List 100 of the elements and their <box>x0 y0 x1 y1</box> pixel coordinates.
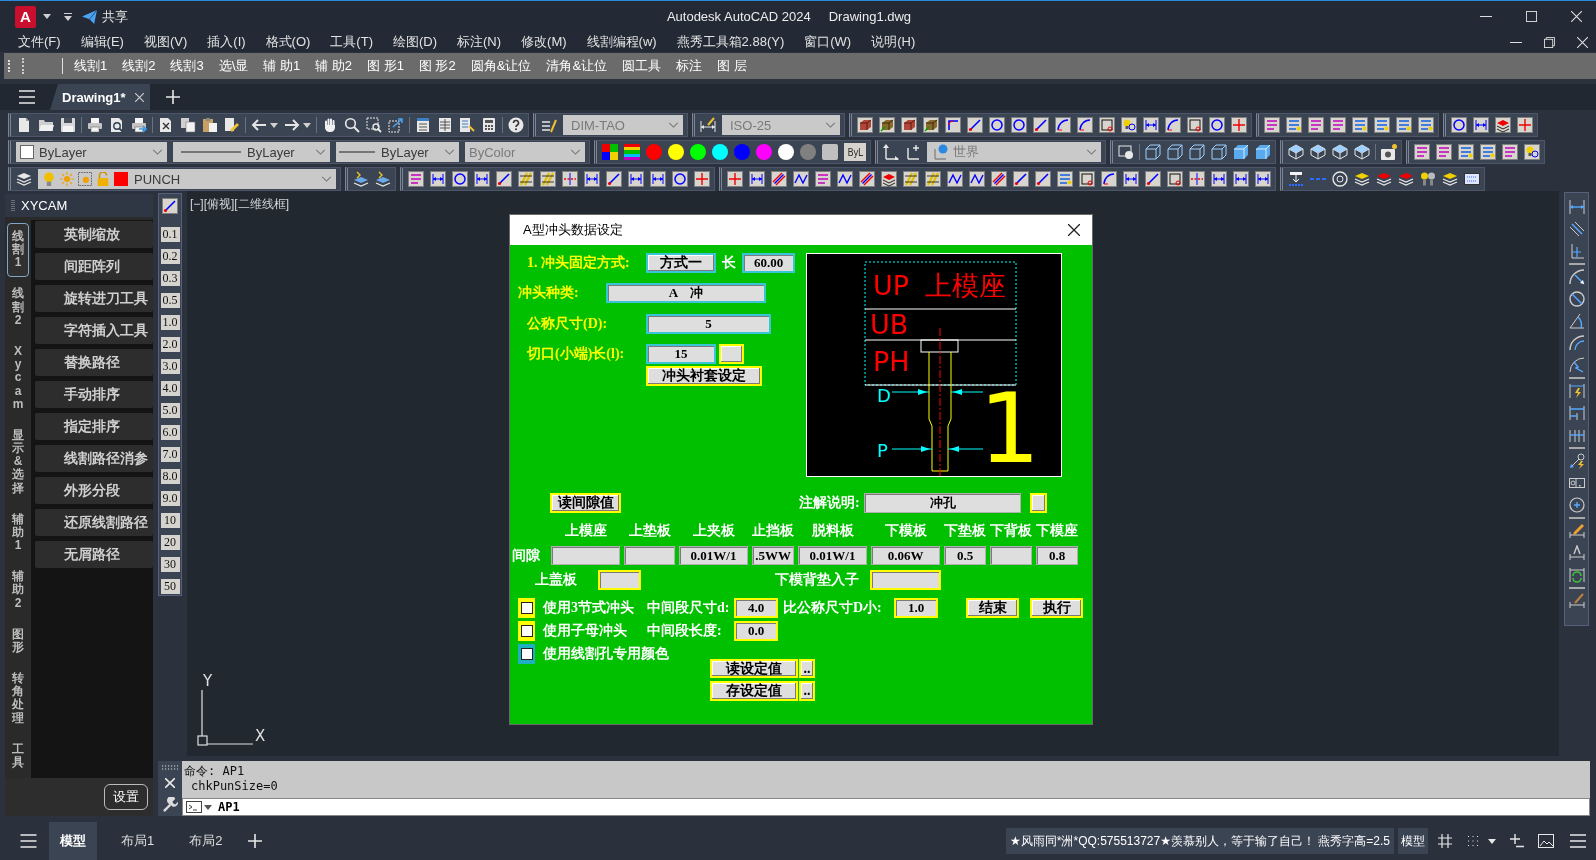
layers-tile-icon[interactable] <box>881 171 897 187</box>
circle-tile-icon[interactable] <box>1011 117 1027 133</box>
color-swatch-icon[interactable] <box>800 144 816 160</box>
zigzag-tile-icon[interactable] <box>837 171 853 187</box>
grip-icon[interactable] <box>11 199 15 212</box>
gap-field[interactable] <box>990 546 1032 565</box>
printer-arrow-icon[interactable] <box>131 117 147 133</box>
frame-tile-icon[interactable] <box>1099 117 1115 133</box>
shaded-cube-icon[interactable] <box>1233 144 1249 160</box>
brick-tile-icon[interactable] <box>923 117 939 133</box>
blank-button[interactable] <box>1030 493 1047 513</box>
axes-icon[interactable] <box>883 144 899 160</box>
palette-button[interactable]: 无屑路径 <box>35 541 153 568</box>
color-stripes-icon[interactable] <box>624 144 640 160</box>
caret-icon[interactable] <box>1488 838 1496 844</box>
frame-tile-icon[interactable] <box>1079 171 1095 187</box>
scale-button[interactable]: 8.0 <box>160 469 180 484</box>
close-icon[interactable] <box>1068 224 1080 236</box>
palette-tab[interactable]: 辅助2 <box>7 563 29 617</box>
line-tile-icon[interactable] <box>967 117 983 133</box>
page-cross-icon[interactable] <box>158 117 174 133</box>
parallel-lines-tile-icon[interactable] <box>859 171 875 187</box>
menu-item[interactable]: 燕秀工具箱2.88(Y) <box>676 33 785 51</box>
read-gap-button[interactable]: 读间隙值 <box>550 493 621 513</box>
scale-button[interactable]: 0.1 <box>160 227 180 242</box>
gap-field[interactable] <box>551 546 620 565</box>
palette-button[interactable]: 外形分段 <box>35 477 153 504</box>
palette-button[interactable]: 旋转进刀工具 <box>35 285 153 312</box>
page-list-icon[interactable] <box>459 117 475 133</box>
cross-tile-icon[interactable] <box>727 171 743 187</box>
share-button[interactable]: 共享 <box>102 7 128 26</box>
arrow-bar-icon[interactable] <box>1288 171 1304 187</box>
bylayer-button[interactable]: ByL <box>844 143 866 161</box>
tolerance-frame-icon[interactable] <box>1568 475 1585 491</box>
dimension-tile-icon[interactable] <box>749 171 765 187</box>
dimension-tile-icon[interactable] <box>1123 171 1139 187</box>
text-lines-tile-icon[interactable] <box>1286 117 1302 133</box>
toolbar-button[interactable]: 圆角&让位 <box>470 57 532 75</box>
layout-tab[interactable]: 模型 <box>49 822 97 860</box>
grid-panel-icon[interactable] <box>437 117 453 133</box>
text-lines-tile-icon[interactable] <box>1480 144 1496 160</box>
layer-stack-icon[interactable] <box>1442 171 1458 187</box>
dimension-tile-icon[interactable] <box>1255 171 1271 187</box>
hatch-tile-icon[interactable] <box>518 171 534 187</box>
run-button[interactable]: 执行 <box>1030 598 1083 618</box>
center-mark-icon[interactable] <box>1568 497 1585 513</box>
menu-item[interactable]: 文件(F) <box>18 33 61 51</box>
menu-item[interactable]: 标注(N) <box>457 33 502 51</box>
command-input[interactable]: AP1 <box>182 798 1590 816</box>
bulb-tile-icon[interactable] <box>1524 144 1540 160</box>
dimension-tile-icon[interactable] <box>1143 117 1159 133</box>
color-swatch-icon[interactable] <box>646 144 662 160</box>
brick-tile-icon[interactable] <box>901 117 917 133</box>
terminal-icon[interactable] <box>186 801 202 813</box>
arc-dimension-icon[interactable] <box>1568 335 1585 351</box>
palette-button[interactable]: 线割路径消参 <box>35 445 153 472</box>
iso-cube-icon[interactable] <box>1332 144 1348 160</box>
line-tile-icon[interactable] <box>1035 171 1051 187</box>
text-lines-tile-icon[interactable] <box>1330 117 1346 133</box>
middle-size-field[interactable]: 4.0 <box>734 598 778 618</box>
fixing-method-button[interactable]: 方式一 <box>646 253 716 273</box>
frame-tile-icon[interactable] <box>1187 117 1203 133</box>
text-lines-tile-icon[interactable] <box>408 171 424 187</box>
scale-button[interactable]: 2.0 <box>160 337 180 352</box>
dimension-tile-icon[interactable] <box>430 171 446 187</box>
gap-field[interactable]: 0.01W/1 <box>798 546 867 565</box>
toolbar-button[interactable]: 线割1 <box>74 57 108 75</box>
gap-field[interactable]: 0.5 <box>944 546 986 565</box>
line-tile-icon[interactable] <box>606 171 622 187</box>
scale-button[interactable]: 10 <box>160 513 180 528</box>
printer-icon[interactable] <box>87 117 103 133</box>
arc-tile-icon[interactable] <box>1055 117 1071 133</box>
toolbar-button[interactable]: 线割2 <box>122 57 156 75</box>
cover-plate-field[interactable] <box>598 570 641 590</box>
scale-button[interactable]: 30 <box>160 557 180 572</box>
cross-tile-icon[interactable] <box>1231 117 1247 133</box>
scale-button[interactable]: 0.5 <box>160 293 180 308</box>
page-magnifier-icon[interactable] <box>109 117 125 133</box>
plus-line-icon[interactable] <box>1510 834 1524 848</box>
caret-icon[interactable] <box>303 122 311 128</box>
dimension-tile-icon[interactable] <box>650 171 666 187</box>
parallel-lines-tile-icon[interactable] <box>771 171 787 187</box>
file-tab[interactable]: Drawing1* <box>50 84 150 110</box>
note-field[interactable]: 冲孔 <box>864 493 1021 513</box>
color-swatch-icon[interactable] <box>778 144 794 160</box>
minimize-icon[interactable] <box>1510 41 1522 43</box>
palette-button[interactable]: 英制缩放 <box>35 221 153 248</box>
angle-dimension-icon[interactable] <box>1568 313 1585 329</box>
zigzag-tile-icon[interactable] <box>947 171 963 187</box>
brick-tile-icon[interactable] <box>857 117 873 133</box>
frame-arrow-icon[interactable] <box>388 117 404 133</box>
caret-icon[interactable] <box>270 122 278 128</box>
scale-button[interactable]: 3.0 <box>160 359 180 374</box>
lightbulbs-icon[interactable] <box>1420 171 1436 187</box>
menu-item[interactable]: 线割编程(w) <box>586 33 657 51</box>
help-icon[interactable] <box>508 117 524 133</box>
dimension-pen-icon[interactable] <box>700 117 716 133</box>
lightning-dimension-icon[interactable] <box>1568 383 1585 399</box>
maximize-icon[interactable] <box>1526 11 1537 22</box>
layer-stack-icon[interactable] <box>1354 171 1370 187</box>
